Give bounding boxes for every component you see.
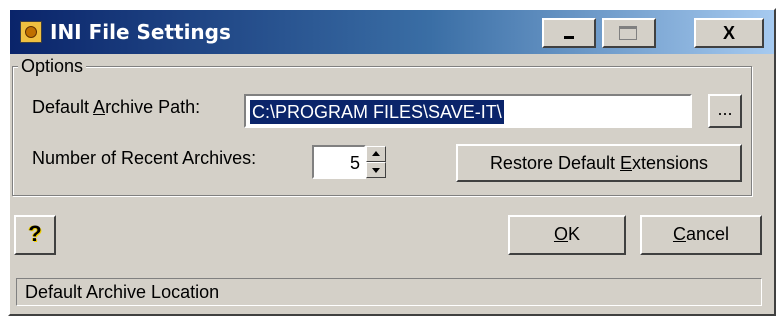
arrow-down-icon	[372, 168, 380, 173]
status-bar: Default Archive Location	[16, 278, 762, 306]
restore-label-rest: xtensions	[632, 153, 709, 173]
ok-mnemonic: O	[553, 224, 568, 244]
recent-archives-label: Number of Recent Archives:	[32, 148, 257, 168]
cancel-label-rest: ancel	[685, 224, 730, 244]
cancel-mnemonic: C	[672, 224, 686, 244]
close-button[interactable]: X	[694, 18, 764, 48]
spin-down-button[interactable]	[366, 162, 386, 178]
minimize-button[interactable]	[542, 18, 596, 48]
recent-archives-value: 5	[349, 153, 360, 173]
archive-path-mnemonic: A	[93, 97, 106, 117]
recent-archives-input[interactable]: 5	[312, 145, 366, 179]
restore-default-extensions-button[interactable]: Restore Default Extensions	[456, 144, 742, 182]
browse-button[interactable]: ...	[708, 94, 742, 128]
archive-path-label: Default Archive Path:	[32, 97, 200, 118]
spin-up-button[interactable]	[366, 146, 386, 162]
options-group-label: Options	[18, 56, 87, 77]
restore-mnemonic: E	[620, 153, 633, 173]
restore-label-part: Restore Default	[489, 153, 620, 173]
help-icon: ?	[28, 221, 42, 246]
title-bar[interactable]: INI File Settings X	[10, 10, 774, 54]
close-icon: X	[722, 23, 735, 43]
ok-label-rest: K	[568, 224, 581, 244]
archive-path-label-part: Default	[32, 97, 94, 117]
status-text: Default Archive Location	[25, 282, 220, 302]
maximize-button[interactable]	[602, 18, 656, 48]
minimize-icon	[564, 36, 574, 39]
cancel-button[interactable]: Cancel	[640, 215, 762, 255]
recent-archives-spinner	[366, 146, 386, 178]
archive-path-label-rest: rchive Path:	[105, 97, 201, 117]
ok-button[interactable]: OK	[508, 215, 626, 255]
window-title: INI File Settings	[50, 20, 231, 44]
help-button[interactable]: ?	[14, 215, 56, 255]
maximize-icon	[619, 26, 637, 40]
archive-path-input[interactable]: C:\PROGRAM FILES\SAVE-IT\	[244, 94, 692, 128]
arrow-up-icon	[372, 151, 380, 156]
archive-path-selected-text: C:\PROGRAM FILES\SAVE-IT\	[250, 100, 504, 124]
app-gear-icon[interactable]	[20, 21, 42, 43]
